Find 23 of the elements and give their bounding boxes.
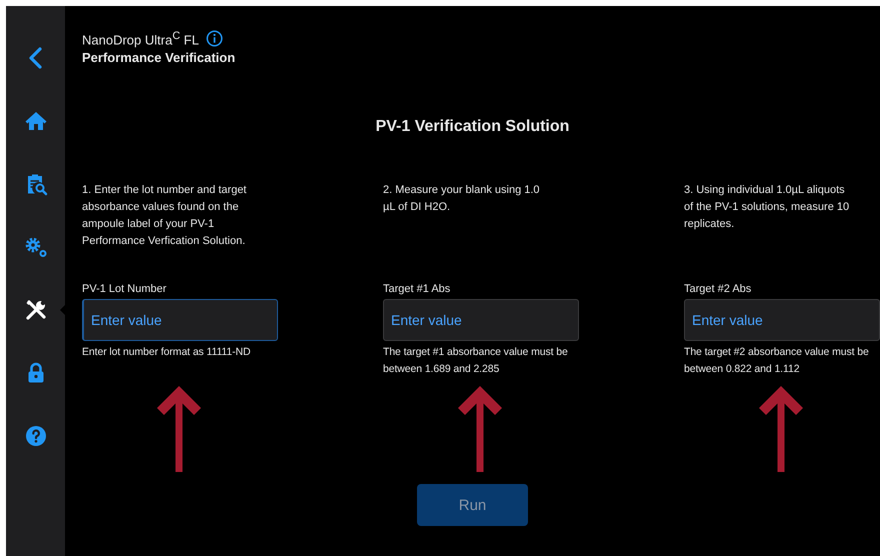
section-title: PV-1 Verification Solution	[374, 118, 570, 136]
product-name: NanoDrop Ultra$^{C}$ FL	[82, 30, 199, 48]
step-instruction: 3. Using individual 1.0µL aliquots of the PV-1 solutions, measure 10 replicates.	[684, 183, 850, 232]
step-instruction: 1. Enter the lot number and target absorbance values found on the ampoule label of your PV-1 Performance Verfication Solution.	[82, 183, 248, 250]
field-label: PV-1 Lot Number	[82, 282, 168, 296]
field-label: Target #1 Abs	[383, 282, 452, 296]
step-instruction: 2. Measure your blank using 1.0 µL of DI H2O.	[383, 183, 541, 216]
up-arrow-icon	[458, 386, 502, 472]
field-label: Target #2 Abs	[684, 282, 752, 296]
input-field[interactable]: Enter value	[82, 299, 278, 342]
wrench-screwdriver-icon[interactable]	[24, 298, 48, 322]
page-title: Performance Verification	[82, 50, 236, 66]
help-icon[interactable]	[24, 424, 48, 448]
up-arrow-icon	[157, 386, 201, 472]
field-hint: The target #1 absorbance value must be between 1.689 and 2.285	[383, 345, 569, 378]
field-hint: The target #2 absorbance value must be between 0.822 and 1.112	[684, 345, 870, 378]
home-icon[interactable]	[24, 109, 48, 133]
info-icon[interactable]	[206, 30, 223, 48]
input-field[interactable]: Enter value	[684, 299, 880, 342]
field-hint: Enter lot number format as 11111-ND	[82, 345, 252, 360]
up-arrow-icon	[759, 386, 803, 472]
input-field[interactable]: Enter value	[383, 299, 579, 342]
settings-icon[interactable]	[24, 235, 48, 259]
